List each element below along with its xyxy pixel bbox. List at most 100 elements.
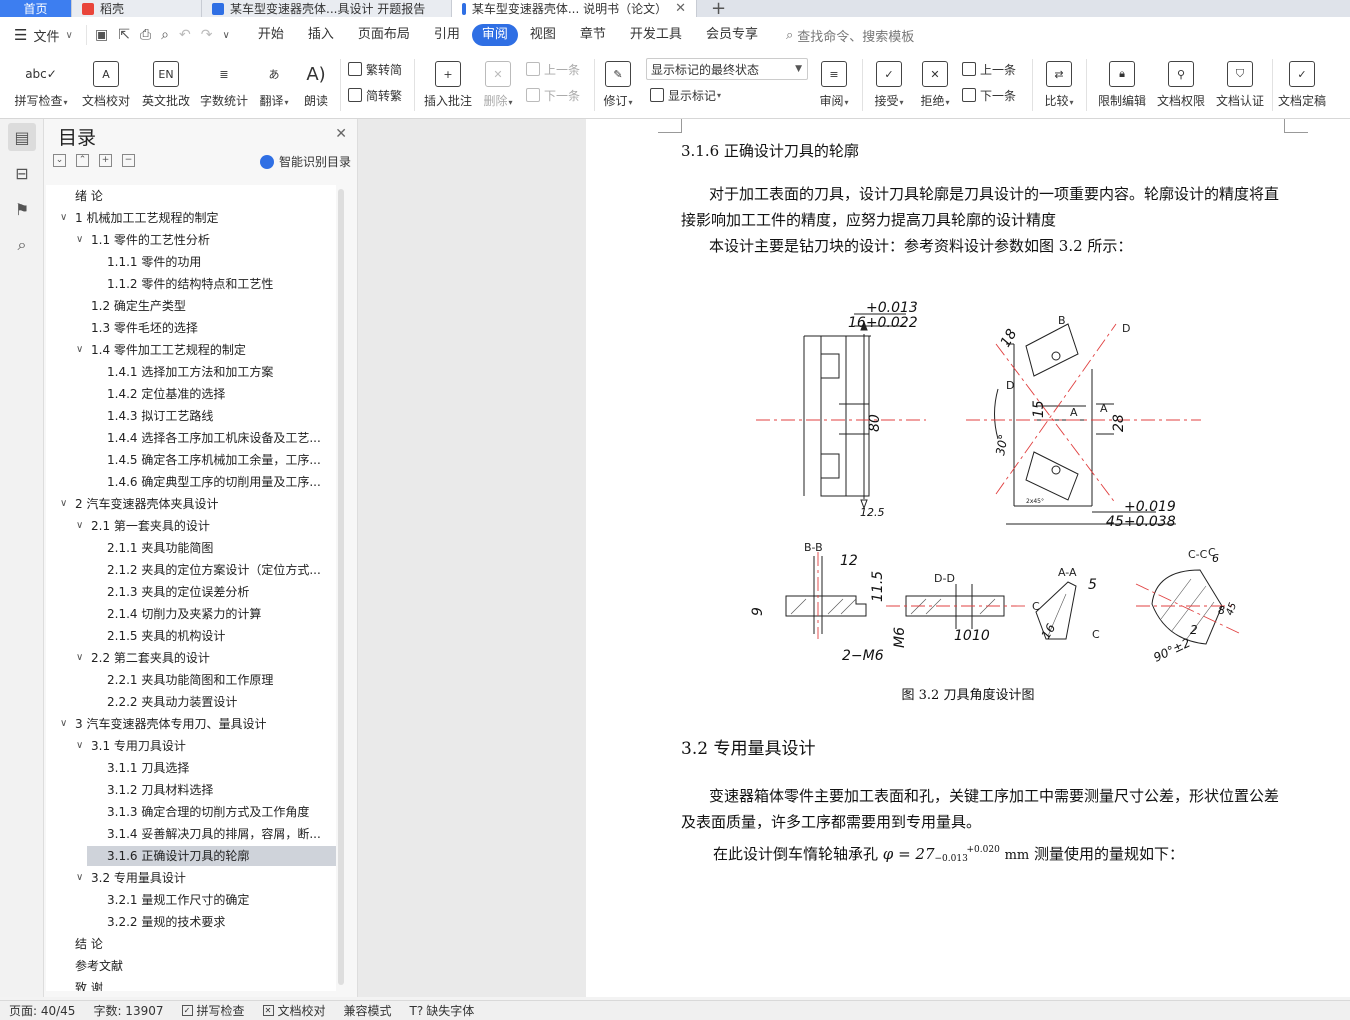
toc-item[interactable]: 2.1.4 切削力及夹紧力的计算 — [107, 604, 328, 624]
toc-scrollbar[interactable] — [338, 189, 344, 985]
word-count-button[interactable]: ≣ 字数统计 — [198, 53, 250, 115]
track-changes-button[interactable]: ✎ 修订▾ — [600, 53, 636, 115]
tab-home[interactable]: 首页 — [0, 0, 72, 17]
toc-item[interactable]: 3.1 专用刀具设计 — [91, 736, 328, 756]
menu-insert[interactable]: 插入 — [296, 24, 346, 46]
toc-item[interactable]: 3 汽车变速器壳体专用刀、量具设计 — [75, 714, 328, 734]
doc-permission-button[interactable]: ⚲ 文档权限 — [1156, 53, 1206, 115]
section-heading-316[interactable]: 3.1.6 正确设计刀具的轮廓 — [681, 140, 859, 161]
remove-heading-icon[interactable]: − — [122, 154, 135, 167]
toc-item[interactable]: 1.1.1 零件的功用 — [107, 252, 328, 272]
file-menu[interactable]: ☰ 文件 ∨ — [0, 26, 86, 45]
proofread-status[interactable]: ✕ 文档校对 — [254, 1002, 335, 1019]
compat-mode-status[interactable]: 兼容模式 — [335, 1002, 401, 1019]
toc-item[interactable]: 2.1.3 夹具的定位误差分析 — [107, 582, 328, 602]
chevron-down-icon[interactable]: ∨ — [76, 340, 83, 360]
toc-item[interactable]: 2.1.1 夹具功能简图 — [107, 538, 328, 558]
translate-button[interactable]: あ翻译▾ — [256, 53, 292, 115]
trad-to-simp-button[interactable]: 繁转简 — [348, 59, 402, 79]
toc-item[interactable]: 1.4.4 选择各工序加工机床设备及工艺... — [107, 428, 328, 448]
toc-item[interactable]: 致 谢 — [75, 978, 328, 991]
toc-item[interactable]: 绪 论 — [75, 186, 328, 206]
toc-item[interactable]: 1.4 零件加工工艺规程的制定 — [91, 340, 328, 360]
chevron-down-icon[interactable]: ∨ — [76, 736, 83, 756]
menu-member[interactable]: 会员专享 — [694, 24, 770, 46]
toc-item[interactable]: 1.3 零件毛坯的选择 — [91, 318, 328, 338]
accept-button[interactable]: ✓ 接受▾ — [870, 53, 908, 115]
next-change-button[interactable]: 下一条 — [962, 85, 1016, 105]
paragraph-3[interactable]: 变速器箱体零件主要加工表面和孔，关键工序加工中需要测量尺寸公差，形状位置公差及表… — [681, 783, 1291, 835]
spell-check-status[interactable]: ✓ 拼写检查 — [173, 1002, 254, 1019]
toc-item[interactable]: 1 机械加工工艺规程的制定 — [75, 208, 328, 228]
word-count-status[interactable]: 字数: 13907 — [84, 1002, 172, 1019]
chevron-down-icon[interactable]: ∨ — [60, 494, 67, 514]
toc-item[interactable]: 3.2.1 量规工作尺寸的确定 — [107, 890, 328, 910]
chevron-down-icon[interactable]: ∨ — [76, 648, 83, 668]
toc-item[interactable]: 1.1.2 零件的结构特点和工艺性 — [107, 274, 328, 294]
toc-panel-icon[interactable]: ▤ — [8, 123, 36, 151]
toc-item[interactable]: 2.1.5 夹具的机构设计 — [107, 626, 328, 646]
close-icon[interactable]: ✕ — [335, 126, 347, 142]
redo-icon[interactable]: ↷ — [201, 27, 213, 43]
toc-item[interactable]: 1.4.6 确定典型工序的切削用量及工序... — [107, 472, 328, 492]
chevron-down-icon[interactable]: ∨ — [76, 868, 83, 888]
menu-start[interactable]: 开始 — [246, 24, 296, 46]
chevron-down-icon[interactable]: ∨ — [76, 230, 83, 250]
missing-font-status[interactable]: T? 缺失字体 — [401, 1002, 484, 1019]
chevron-down-icon[interactable]: ∨ — [60, 714, 67, 734]
read-aloud-button[interactable]: A) 朗读 — [300, 53, 332, 115]
toc-item[interactable]: 3.1.4 妥善解决刀具的排屑，容屑，断... — [107, 824, 328, 844]
print-preview-icon[interactable]: ⌕ — [161, 27, 169, 43]
save-icon[interactable]: ▣ — [95, 27, 108, 43]
menu-devtools[interactable]: 开发工具 — [618, 24, 694, 46]
section-heading-32[interactable]: 3.2 专用量具设计 — [681, 734, 815, 759]
toc-item[interactable]: 2.2.1 夹具功能简图和工作原理 — [107, 670, 328, 690]
simp-to-trad-button[interactable]: 简转繁 — [348, 85, 402, 105]
doc-auth-button[interactable]: ⛉ 文档认证 — [1214, 53, 1266, 115]
bookmark-icon[interactable]: ⚑ — [8, 195, 36, 223]
menu-view[interactable]: 视图 — [518, 24, 568, 46]
close-icon[interactable]: ✕ — [667, 1, 686, 16]
menu-layout[interactable]: 页面布局 — [346, 24, 422, 46]
toc-item[interactable]: 2.2 第二套夹具的设计 — [91, 648, 328, 668]
toc-item[interactable]: 3.1.3 确定合理的切削方式及工作角度 — [107, 802, 328, 822]
toc-item[interactable]: 3.2.2 量规的技术要求 — [107, 912, 328, 932]
menu-section[interactable]: 章节 — [568, 24, 618, 46]
chevron-down-icon[interactable]: ∨ — [76, 516, 83, 536]
compare-button[interactable]: ⇄ 比较▾ — [1040, 53, 1078, 115]
new-tab-button[interactable]: + — [697, 0, 740, 17]
toc-item[interactable]: 1.4.1 选择加工方法和加工方案 — [107, 362, 328, 382]
toc-item[interactable]: 2.2.2 夹具动力装置设计 — [107, 692, 328, 712]
page-indicator[interactable]: 页面: 40/45 — [0, 1002, 84, 1019]
paragraph-4[interactable]: 在此设计倒车惰轮轴承孔 φ = 27 +0.020 −0.013 mm 测量使用的量… — [681, 841, 1291, 869]
spell-check-button[interactable]: abc✓ 拼写检查▾ — [12, 53, 70, 115]
toc-item[interactable]: 3.1.6 正确设计刀具的轮廓 — [87, 846, 336, 866]
toc-item[interactable]: 1.2 确定生产类型 — [91, 296, 328, 316]
toc-item[interactable]: 1.4.3 拟订工艺路线 — [107, 406, 328, 426]
toc-item[interactable]: 1.4.5 确定各工序机械加工余量，工序... — [107, 450, 328, 470]
menu-references[interactable]: 引用 — [422, 24, 472, 46]
delete-comment-button[interactable]: ✕ 删除▾ — [480, 53, 516, 115]
tab-thesis-doc[interactable]: 某车型变速器壳体... 说明书（论文） ✕ — [452, 0, 697, 17]
toc-item[interactable]: 1.4.2 定位基准的选择 — [107, 384, 328, 404]
undo-icon[interactable]: ↶ — [179, 27, 191, 43]
prev-change-button[interactable]: 上一条 — [962, 59, 1016, 79]
add-heading-icon[interactable]: + — [99, 154, 112, 167]
tab-proposal-doc[interactable]: 某车型变速器壳体...具设计 开题报告 — [202, 0, 452, 17]
menu-review[interactable]: 审阅 — [471, 24, 518, 46]
show-markup-button[interactable]: 显示标记 ▾ — [650, 85, 721, 105]
search-icon[interactable]: ⌕ — [8, 231, 36, 259]
toc-item[interactable]: 3.1.1 刀具选择 — [107, 758, 328, 778]
smart-toc-button[interactable]: 智能识别目录 — [259, 153, 351, 170]
prev-comment-button[interactable]: 上一条 — [526, 59, 580, 79]
paragraph-2[interactable]: 本设计主要是钻刀块的设计：参考资料设计参数如图 3.2 所示： — [681, 233, 1291, 259]
print-icon[interactable]: ⎙ — [140, 27, 151, 43]
toc-item[interactable]: 结 论 — [75, 934, 328, 954]
export-icon[interactable]: ⇱ — [118, 27, 130, 43]
customize-icon[interactable]: ∨ — [222, 30, 229, 41]
toc-item[interactable]: 3.1.2 刀具材料选择 — [107, 780, 328, 800]
expand-all-icon[interactable]: ⌄ — [53, 154, 66, 167]
proofread-button[interactable]: A 文档校对 — [80, 53, 132, 115]
finalize-doc-button[interactable]: ✓ 文档定稿 — [1276, 53, 1328, 115]
next-comment-button[interactable]: 下一条 — [526, 85, 580, 105]
